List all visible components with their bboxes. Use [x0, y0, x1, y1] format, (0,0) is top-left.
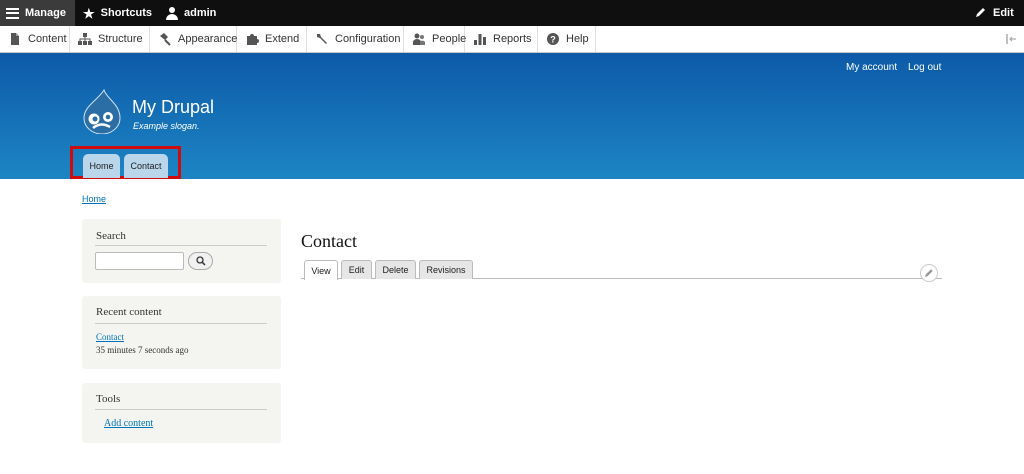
star-icon: ★	[83, 5, 95, 21]
site-name[interactable]: My Drupal	[132, 97, 214, 118]
recent-content-block: Recent content Contact 35 minutes 7 seco…	[82, 296, 281, 369]
add-content-link[interactable]: Add content	[104, 418, 153, 429]
help-icon: ?	[546, 32, 560, 46]
tools-block-title: Tools	[96, 393, 121, 405]
tray-label: People	[432, 33, 467, 45]
tab-delete[interactable]: Delete	[375, 260, 416, 279]
pencil-icon	[975, 6, 987, 21]
people-icon	[412, 32, 426, 46]
search-icon	[195, 256, 206, 266]
block-divider	[95, 245, 267, 246]
wrench-icon	[315, 32, 329, 46]
tray-label: Configuration	[335, 33, 401, 45]
search-block: Search	[82, 219, 281, 283]
user-label: admin	[184, 7, 217, 19]
tab-view[interactable]: View	[304, 260, 338, 280]
menu-icon	[6, 7, 19, 19]
site-slogan: Example slogan.	[133, 121, 200, 131]
tray-item-extend[interactable]: Extend	[237, 26, 307, 52]
tray-label: Help	[566, 33, 589, 45]
tray-label: Extend	[265, 33, 300, 45]
manage-label: Manage	[25, 7, 66, 19]
nav-contact-tab[interactable]: Contact	[124, 154, 168, 178]
collapse-tray-icon[interactable]	[1004, 32, 1018, 46]
my-account-link[interactable]: My account	[846, 62, 897, 73]
tray-item-appearance[interactable]: Appearance	[150, 26, 237, 52]
tray-item-content[interactable]: Content	[0, 26, 70, 52]
pencil-icon	[925, 269, 933, 277]
admin-tray: Content Structure Appearance Extend Conf…	[0, 26, 1024, 53]
recent-content-time: 35 minutes 7 seconds ago	[96, 345, 189, 355]
breadcrumb-home-link[interactable]: Home	[82, 194, 106, 204]
file-icon	[8, 32, 22, 46]
paintbrush-icon	[158, 32, 172, 46]
bar-chart-icon	[473, 32, 487, 46]
log-out-link[interactable]: Log out	[908, 62, 941, 73]
svg-text:?: ?	[550, 35, 556, 45]
nav-home-tab[interactable]: Home	[83, 154, 120, 178]
block-divider	[95, 323, 267, 324]
tab-edit[interactable]: Edit	[341, 260, 372, 279]
search-block-title: Search	[96, 230, 126, 242]
tray-item-people[interactable]: People	[404, 26, 467, 52]
user-button[interactable]: admin	[166, 0, 216, 26]
tray-label: Content	[28, 33, 67, 45]
search-input[interactable]	[95, 252, 184, 270]
tray-item-structure[interactable]: Structure	[70, 26, 150, 52]
search-button[interactable]	[188, 252, 213, 270]
contextual-edit-button[interactable]	[920, 264, 938, 282]
tools-block: Tools Add content	[82, 383, 281, 443]
recent-content-link[interactable]: Contact	[96, 332, 124, 342]
edit-button[interactable]: Edit	[975, 0, 1014, 26]
recent-content-title: Recent content	[96, 306, 162, 318]
tray-label: Appearance	[178, 33, 238, 45]
shortcuts-button[interactable]: ★ Shortcuts	[83, 0, 152, 26]
tray-item-help[interactable]: ? Help	[538, 26, 596, 52]
tab-revisions[interactable]: Revisions	[419, 260, 473, 279]
block-divider	[95, 409, 267, 410]
drupal-logo[interactable]	[82, 88, 122, 135]
manage-button[interactable]: Manage	[0, 0, 75, 26]
page-title: Contact	[301, 231, 357, 251]
tray-item-configuration[interactable]: Configuration	[307, 26, 404, 52]
edit-label: Edit	[993, 7, 1014, 19]
sitemap-icon	[78, 32, 92, 46]
puzzle-icon	[245, 32, 259, 46]
shortcuts-label: Shortcuts	[100, 7, 152, 19]
admin-toolbar: Manage ★ Shortcuts admin Edit	[0, 0, 1024, 26]
tray-item-reports[interactable]: Reports	[465, 26, 538, 52]
user-icon	[166, 6, 178, 20]
tray-label: Structure	[98, 33, 143, 45]
tray-label: Reports	[493, 33, 532, 45]
